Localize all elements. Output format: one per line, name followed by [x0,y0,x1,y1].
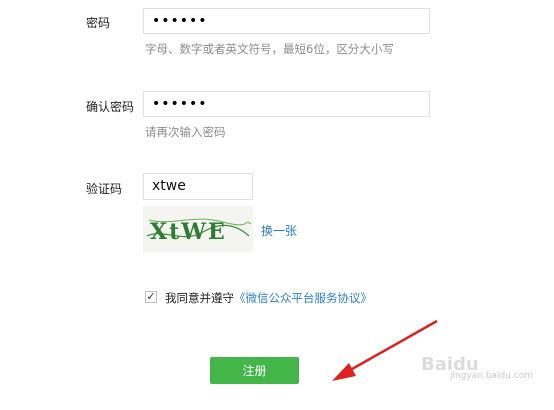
annotation-arrow [332,319,438,381]
watermark-text: jingyan.baidu.com [450,371,534,381]
